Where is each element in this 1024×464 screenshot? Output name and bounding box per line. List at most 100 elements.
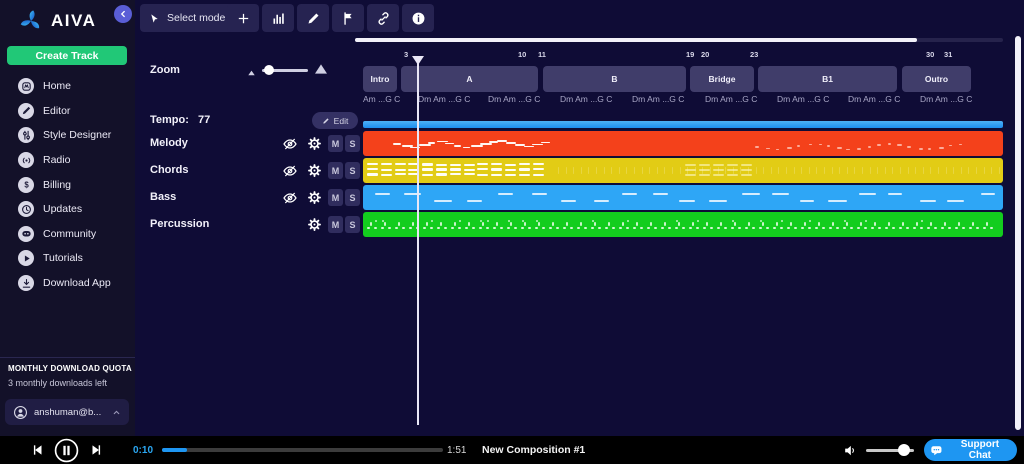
note-mark: [608, 222, 611, 226]
note-mark: [647, 227, 650, 229]
note-mark: [622, 222, 625, 226]
note-mark: [431, 219, 433, 222]
note-mark: [843, 227, 846, 229]
eye-slash-icon: [282, 163, 298, 179]
volume-slider-thumb[interactable]: [898, 444, 910, 456]
note-mark: [727, 169, 738, 172]
dynamics-button[interactable]: [262, 4, 294, 32]
note-mark: [869, 167, 871, 174]
note-mark: [598, 227, 601, 229]
note-mark: [832, 222, 835, 226]
note-mark: [603, 167, 605, 174]
section-a[interactable]: A: [401, 66, 538, 92]
add-button[interactable]: [227, 4, 259, 32]
note-mark: [594, 222, 597, 226]
sidebar-item-billing[interactable]: $ Billing: [0, 172, 135, 197]
info-button[interactable]: [402, 4, 434, 32]
track-lane-percussion[interactable]: [363, 212, 1003, 237]
note-mark: [451, 227, 454, 229]
note-mark: [920, 200, 936, 203]
support-chat-button[interactable]: Support Chat: [924, 439, 1017, 461]
track-settings-button[interactable]: [306, 190, 322, 206]
sidebar-item-updates[interactable]: Updates: [0, 197, 135, 222]
note-mark: [493, 227, 496, 229]
mute-button[interactable]: M: [328, 135, 343, 152]
zoom-in-icon[interactable]: [313, 61, 329, 77]
note-mark: [787, 147, 793, 149]
section-intro[interactable]: Intro: [363, 66, 397, 92]
progress-bar[interactable]: [162, 448, 443, 452]
zoom-slider-thumb[interactable]: [264, 65, 274, 75]
note-mark: [380, 163, 392, 166]
create-track-button[interactable]: Create Track: [7, 46, 127, 65]
radio-icon: [18, 152, 34, 169]
skip-back-button[interactable]: [31, 443, 45, 457]
playhead-handle[interactable]: [412, 56, 424, 65]
track-lane-bass[interactable]: [363, 185, 1003, 210]
section-b1[interactable]: B1: [758, 66, 897, 92]
pause-button[interactable]: [54, 438, 79, 463]
note-mark: [986, 222, 989, 226]
link-button[interactable]: [367, 4, 399, 32]
note-mark: [561, 200, 576, 203]
mute-button[interactable]: M: [328, 216, 343, 233]
note-mark: [727, 174, 738, 177]
note-mark: [449, 168, 461, 171]
mute-button[interactable]: M: [328, 162, 343, 179]
note-mark: [675, 227, 678, 229]
note-mark: [482, 222, 485, 226]
note-mark: [941, 227, 944, 229]
hide-track-button[interactable]: [282, 163, 298, 179]
mute-button[interactable]: M: [328, 189, 343, 206]
track-settings-button[interactable]: [306, 217, 322, 233]
tempo-automation-strip[interactable]: [363, 121, 1003, 128]
select-mode-button[interactable]: Select mode: [140, 4, 238, 32]
note-mark: [915, 167, 917, 174]
section-bridge[interactable]: Bridge: [690, 66, 754, 92]
volume-button[interactable]: [843, 443, 858, 458]
sidebar-item-editor[interactable]: Editor: [0, 99, 135, 124]
sidebar-collapse-button[interactable]: [114, 5, 132, 23]
section-outro[interactable]: Outro: [902, 66, 971, 92]
note-mark: [618, 167, 620, 174]
horizontal-scrollbar-thumb[interactable]: [355, 38, 917, 42]
note-mark: [518, 173, 530, 176]
section-b[interactable]: B: [543, 66, 686, 92]
sidebar-item-label: Updates: [43, 203, 83, 216]
track-settings-button[interactable]: [306, 163, 322, 179]
flag-button[interactable]: [332, 4, 364, 32]
hide-track-button[interactable]: [282, 136, 298, 152]
sidebar-item-community[interactable]: Community: [0, 222, 135, 247]
user-menu[interactable]: anshuman@b...: [5, 399, 129, 425]
draw-button[interactable]: [297, 4, 329, 32]
sidebar-item-download-app[interactable]: Download App: [0, 271, 135, 296]
track-settings-button[interactable]: [306, 136, 322, 152]
solo-button[interactable]: S: [345, 135, 360, 152]
note-mark: [734, 222, 737, 226]
skip-forward-button[interactable]: [89, 443, 103, 457]
note-mark: [672, 167, 673, 174]
solo-button[interactable]: S: [345, 216, 360, 233]
solo-button[interactable]: S: [345, 189, 360, 206]
note-mark: [605, 227, 608, 229]
sidebar: AIVA Create Track Home Editor Style Desi…: [0, 0, 135, 436]
zoom-out-icon[interactable]: [246, 65, 257, 76]
sidebar-item-radio[interactable]: Radio: [0, 148, 135, 173]
gear-icon: [307, 136, 322, 151]
edit-tempo-button[interactable]: Edit: [312, 112, 358, 129]
sidebar-item-home[interactable]: Home: [0, 74, 135, 99]
sidebar-item-style-designer[interactable]: Style Designer: [0, 123, 135, 148]
chord-label: Am ...G C: [363, 94, 401, 104]
solo-button[interactable]: S: [345, 162, 360, 179]
note-mark: [976, 167, 977, 174]
note-mark: [710, 167, 711, 174]
track-lane-chords[interactable]: [363, 158, 1003, 183]
track-lane-melody[interactable]: [363, 131, 1003, 156]
sidebar-item-tutorials[interactable]: Tutorials: [0, 246, 135, 271]
hide-track-button[interactable]: [282, 190, 298, 206]
playhead-line[interactable]: [417, 60, 419, 425]
tempo-label: Tempo:: [150, 114, 189, 126]
vertical-scrollbar[interactable]: [1015, 36, 1021, 430]
note-mark: [514, 227, 517, 229]
timeline-ruler[interactable]: 3 10 11 19 20 23 30 31: [363, 50, 1003, 63]
